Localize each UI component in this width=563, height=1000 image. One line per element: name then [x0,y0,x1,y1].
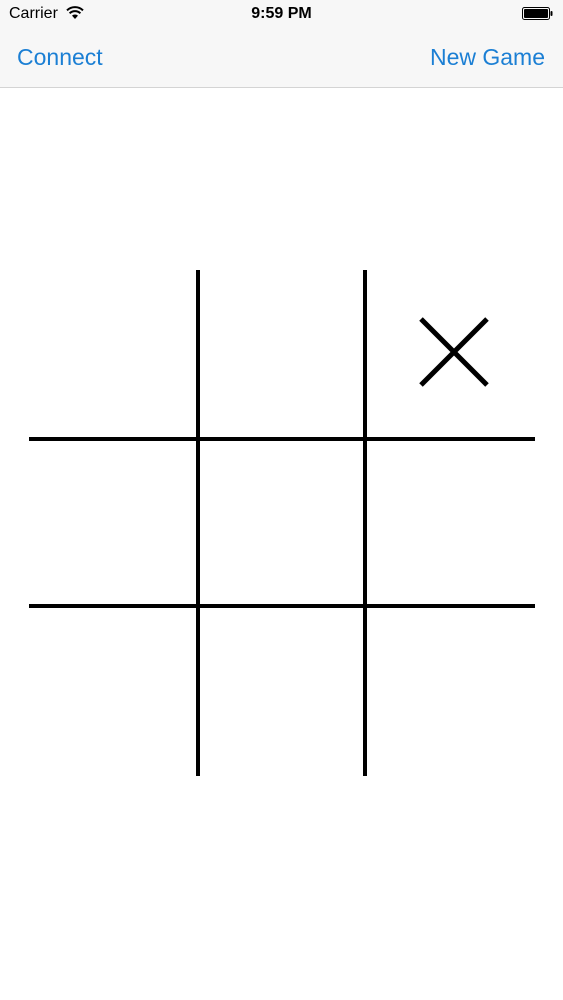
game-screen: Carrier 9:59 PM Connect New Game [0,0,563,1000]
board-cell-9[interactable] [365,606,535,776]
board-cell-2[interactable] [198,270,365,439]
tic-tac-toe-board [29,270,535,776]
board-cell-3[interactable] [365,270,535,439]
board-cell-5[interactable] [198,439,365,606]
board-cell-1[interactable] [29,270,198,439]
board-cell-6[interactable] [365,439,535,606]
board-cell-4[interactable] [29,439,198,606]
board-cell-8[interactable] [198,606,365,776]
board-cell-7[interactable] [29,606,198,776]
